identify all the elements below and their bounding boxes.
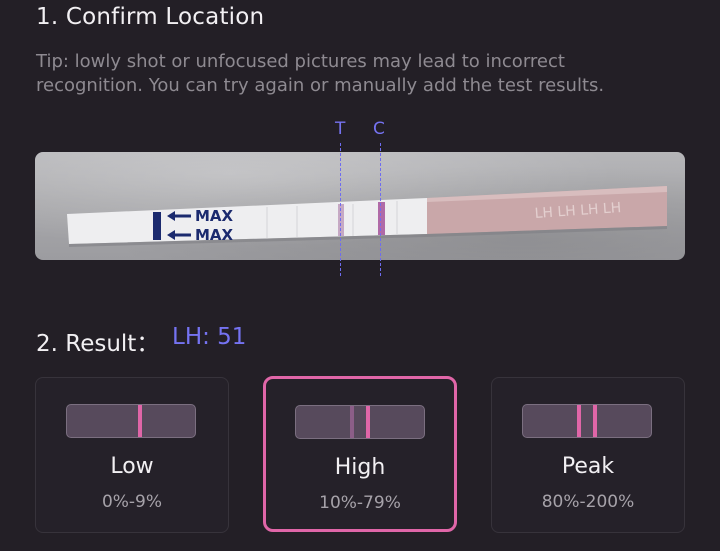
level-range: 0%-9% bbox=[101, 492, 163, 512]
level-card-peak[interactable]: Peak 80%-200% bbox=[491, 377, 685, 533]
level-range: 80%-200% bbox=[541, 492, 635, 512]
level-card-high[interactable]: High 10%-79% bbox=[263, 376, 457, 532]
level-range: 10%-79% bbox=[319, 493, 401, 513]
t-marker-label: T bbox=[335, 119, 346, 139]
low-strip-icon bbox=[66, 404, 196, 438]
c-band bbox=[366, 406, 370, 438]
result-value: LH: 51 bbox=[172, 324, 247, 350]
level-name: High bbox=[334, 455, 386, 480]
level-card-low[interactable]: Low 0%-9% bbox=[35, 377, 229, 533]
c-band bbox=[138, 405, 142, 437]
tip-line-1: Tip: lowly shot or unfocused pictures ma… bbox=[36, 51, 565, 72]
result-label: 2. Result： bbox=[36, 331, 160, 357]
t-marker-line bbox=[340, 143, 341, 276]
t-band bbox=[350, 406, 354, 438]
high-strip-icon bbox=[295, 405, 425, 439]
peak-strip-icon bbox=[522, 404, 652, 438]
c-marker-line bbox=[380, 143, 381, 276]
confirm-location-title: 1. Confirm Location bbox=[36, 4, 265, 30]
c-marker-label: C bbox=[373, 119, 385, 139]
max-text-2: MAX bbox=[195, 226, 234, 244]
test-strip-photo: LH LH LH LH MAX MAX bbox=[35, 152, 685, 260]
max-text-1: MAX bbox=[195, 207, 234, 225]
level-name: Peak bbox=[561, 454, 615, 479]
tip-line-2: recognition. You can try again or manual… bbox=[36, 75, 605, 96]
recognition-tip: Tip: lowly shot or unfocused pictures ma… bbox=[36, 50, 686, 98]
t-band bbox=[577, 405, 581, 437]
c-band bbox=[593, 405, 597, 437]
level-name: Low bbox=[110, 454, 154, 479]
test-strip-image: LH LH LH LH MAX MAX bbox=[67, 186, 667, 247]
